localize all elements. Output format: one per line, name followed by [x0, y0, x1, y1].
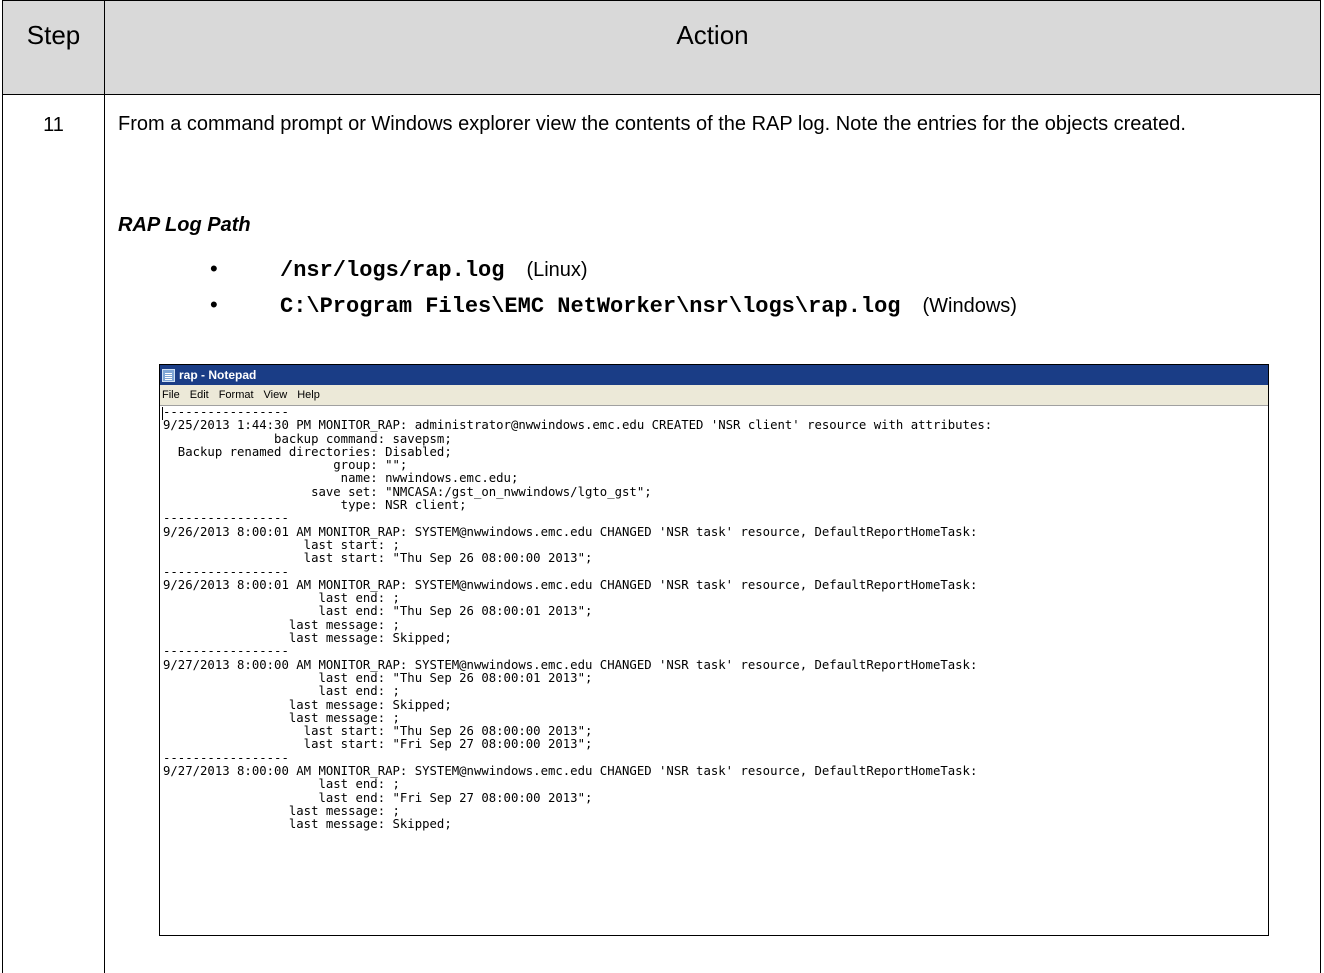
- menu-format[interactable]: Format: [219, 389, 254, 401]
- log-line: last message: Skipped;: [288, 631, 452, 646]
- log-line: save set: "NMCASA:/gst_on_nwwindows/lgto…: [311, 484, 652, 499]
- notepad-title: rap - Notepad: [179, 368, 257, 382]
- notepad-titlebar[interactable]: rap - Notepad: [160, 365, 1268, 385]
- path-linux: /nsr/logs/rap.log: [280, 258, 505, 283]
- log-line: last message: Skipped;: [288, 817, 452, 832]
- text-caret: [162, 407, 163, 420]
- log-line: -----------------: [163, 750, 289, 765]
- log-line: 9/27/2013 8:00:00 AM MONITOR_RAP: SYSTEM…: [163, 657, 978, 672]
- log-line: 9/27/2013 8:00:00 AM MONITOR_RAP: SYSTEM…: [163, 764, 978, 779]
- table-border-middle: [104, 0, 105, 973]
- log-line: last end: ;: [318, 591, 400, 606]
- log-line: -----------------: [163, 644, 289, 659]
- step-number: 11: [43, 114, 64, 136]
- notepad-icon: [162, 368, 175, 382]
- log-line: last message: Skipped;: [288, 697, 452, 712]
- log-line: last start: "Fri Sep 27 08:00:00 2013";: [303, 737, 593, 752]
- log-line: last end: "Thu Sep 26 08:00:01 2013";: [318, 670, 593, 685]
- path-linux-os: (Linux): [526, 259, 588, 281]
- log-line: backup command: savepsm;: [274, 431, 452, 446]
- header-step: Step: [26, 20, 81, 50]
- log-line: last end: ;: [318, 777, 400, 792]
- menu-file[interactable]: File: [162, 389, 180, 401]
- notepad-window: rap - Notepad File Edit Format View Help…: [159, 364, 1269, 936]
- table-border-header: [2, 94, 1321, 95]
- log-line: last start: ;: [303, 537, 400, 552]
- intro-text: From a command prompt or Windows explore…: [118, 113, 1186, 135]
- notepad-text-area[interactable]: ----------------- 9/25/2013 1:44:30 PM M…: [160, 406, 1268, 934]
- log-line: -----------------: [163, 511, 289, 526]
- bullet-icon: •: [210, 292, 218, 317]
- log-line: last end: "Fri Sep 27 08:00:00 2013";: [318, 790, 593, 805]
- menu-edit[interactable]: Edit: [190, 389, 209, 401]
- log-line: last end: "Thu Sep 26 08:00:01 2013";: [318, 604, 593, 619]
- log-line: last message: ;: [288, 710, 400, 725]
- menu-help[interactable]: Help: [297, 389, 320, 401]
- table-border-right: [1320, 0, 1321, 973]
- path-bullet-windows: • C:\Program Files\EMC NetWorker\nsr\logs…: [210, 292, 1017, 319]
- path-windows-os: (Windows): [922, 295, 1017, 317]
- log-line: name: nwwindows.emc.edu;: [340, 471, 519, 486]
- log-line: 9/26/2013 8:00:01 AM MONITOR_RAP: SYSTEM…: [163, 524, 978, 539]
- log-line: last end: ;: [318, 684, 400, 699]
- log-content: ----------------- 9/25/2013 1:44:30 PM M…: [160, 406, 1268, 832]
- rap-log-heading: RAP Log Path: [118, 214, 251, 236]
- header-action: Action: [676, 20, 749, 50]
- log-line: 9/26/2013 8:00:01 AM MONITOR_RAP: SYSTEM…: [163, 577, 978, 592]
- bullet-icon: •: [210, 256, 218, 281]
- table-border-top: [2, 0, 1321, 1]
- log-line: -----------------: [163, 564, 289, 579]
- path-windows: C:\Program Files\EMC NetWorker\nsr\logs\…: [280, 294, 901, 319]
- notepad-menubar: File Edit Format View Help: [160, 385, 1268, 406]
- step-content: From a command prompt or Windows explore…: [118, 108, 1313, 140]
- table-border-left: [2, 0, 3, 973]
- log-line: last start: "Thu Sep 26 08:00:00 2013";: [303, 724, 593, 739]
- log-line: last message: ;: [288, 803, 400, 818]
- log-line: group: "";: [333, 458, 408, 473]
- menu-view[interactable]: View: [264, 389, 288, 401]
- log-line: Backup renamed directories: Disabled;: [177, 444, 452, 459]
- log-line: last message: ;: [288, 617, 400, 632]
- path-bullet-linux: • /nsr/logs/rap.log (Linux): [210, 256, 588, 283]
- log-line: last start: "Thu Sep 26 08:00:00 2013";: [303, 551, 593, 566]
- log-line: 9/25/2013 1:44:30 PM MONITOR_RAP: admini…: [163, 418, 993, 433]
- log-line: type: NSR client;: [340, 498, 467, 513]
- log-line: -----------------: [163, 406, 289, 419]
